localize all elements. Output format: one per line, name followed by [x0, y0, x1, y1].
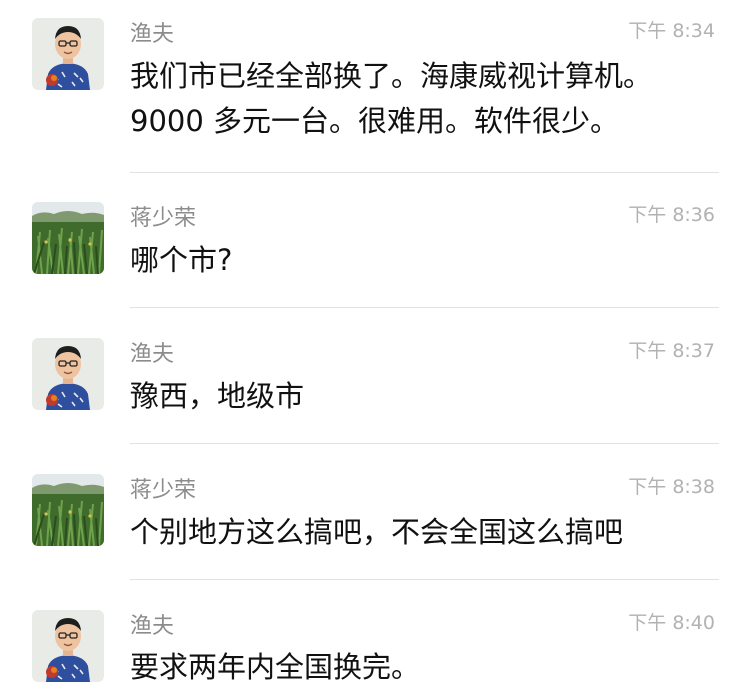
- cartoon-man-avatar[interactable]: [32, 610, 104, 682]
- grass-photo-avatar[interactable]: [32, 202, 104, 274]
- cartoon-man-avatar[interactable]: [32, 18, 104, 90]
- sender-name: 蒋少荣: [130, 206, 197, 231]
- sender-name: 蒋少荣: [130, 478, 197, 503]
- message-time: 下午 8:36: [628, 204, 715, 226]
- divider: [130, 172, 719, 173]
- message-text: 哪个市?: [130, 243, 233, 277]
- cartoon-man-avatar[interactable]: [32, 338, 104, 410]
- divider: [130, 443, 719, 444]
- divider: [130, 307, 719, 308]
- message-time: 下午 8:34: [628, 20, 715, 42]
- grass-photo-avatar[interactable]: [32, 474, 104, 546]
- message-text: 要求两年内全国换完。: [130, 650, 421, 684]
- message-text: 个别地方这么搞吧，不会全国这么搞吧: [130, 515, 624, 549]
- message-text: 豫西，地级市: [130, 379, 305, 413]
- message-time: 下午 8:37: [628, 340, 715, 362]
- sender-name: 渔夫: [130, 614, 175, 639]
- message-time: 下午 8:40: [628, 612, 715, 634]
- message-time: 下午 8:38: [628, 476, 715, 498]
- message-text: 我们市已经全部换了。海康威视计算机。9000 多元一台。很难用。软件很少。: [130, 59, 653, 138]
- sender-name: 渔夫: [130, 342, 175, 367]
- sender-name: 渔夫: [130, 22, 175, 47]
- divider: [130, 579, 719, 580]
